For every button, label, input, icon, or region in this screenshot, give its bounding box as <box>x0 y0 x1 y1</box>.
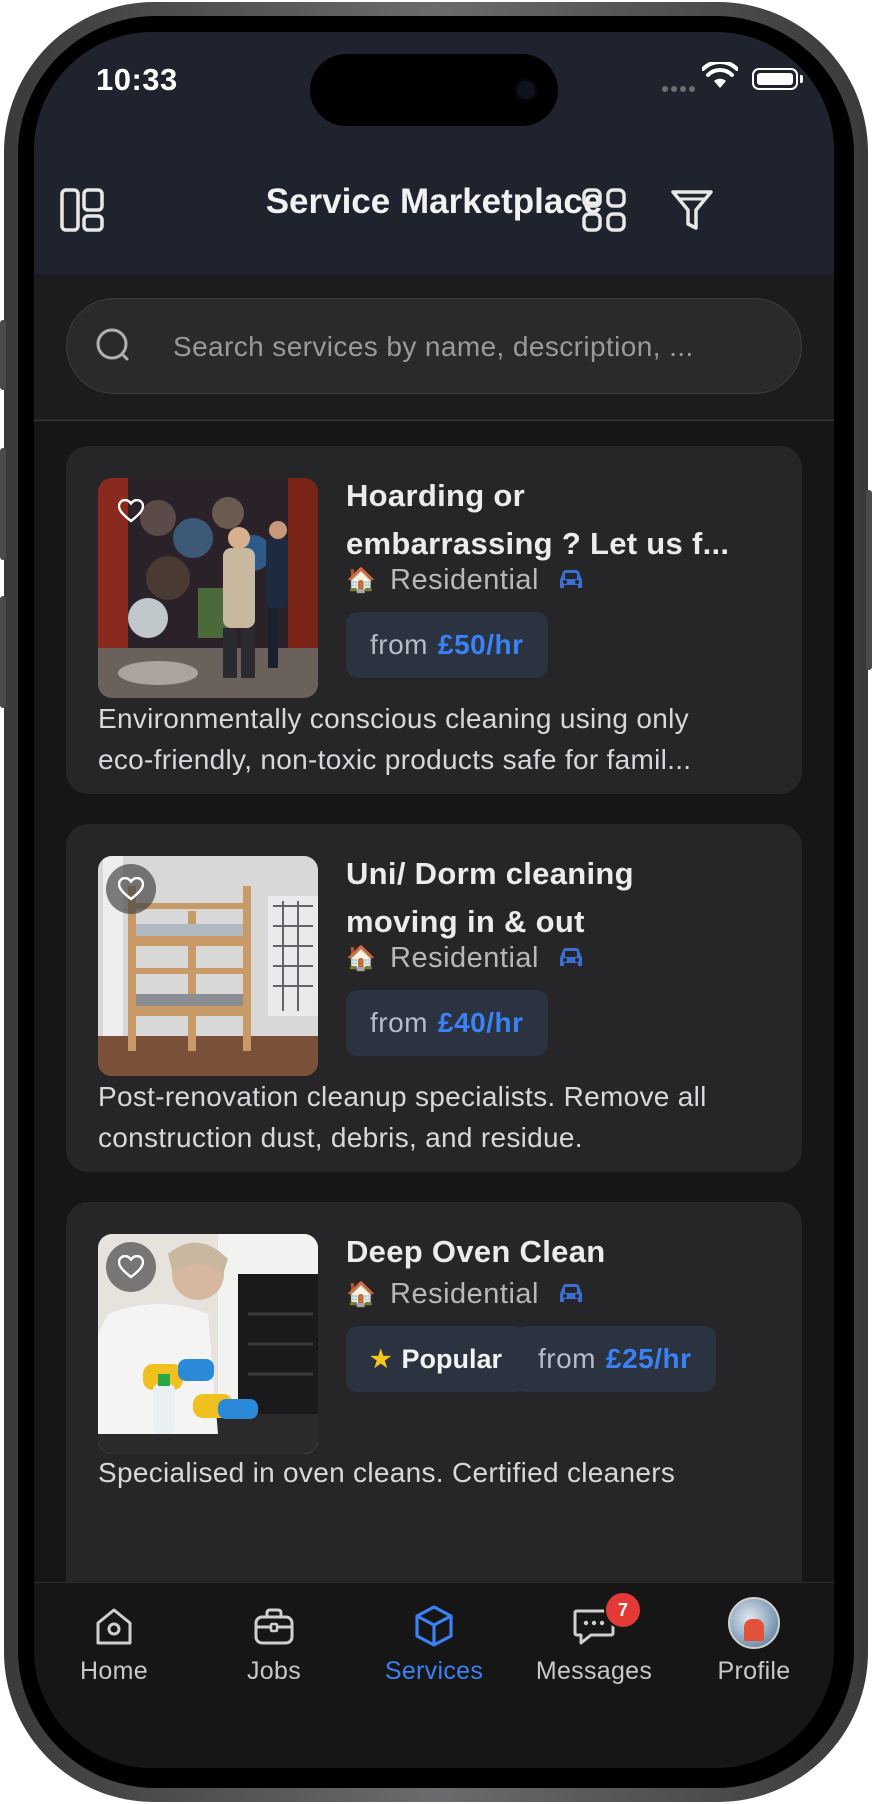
favorite-button[interactable] <box>106 1242 156 1292</box>
search-bar-container <box>34 274 834 421</box>
cellular-signal-icon <box>662 86 695 92</box>
car-icon <box>559 570 582 588</box>
service-category: 🏠 Residential <box>346 562 585 598</box>
power-button <box>866 490 872 670</box>
star-icon: ★ <box>370 1345 392 1373</box>
price-badge: from £25/hr <box>514 1326 716 1392</box>
price-badge: from £50/hr <box>346 612 548 678</box>
status-bar: 10:33 <box>34 32 834 142</box>
search-input[interactable] <box>171 299 775 395</box>
grid-view-icon[interactable] <box>580 186 628 234</box>
battery-icon <box>752 68 798 90</box>
service-image <box>98 1234 318 1454</box>
house-icon: 🏠 <box>346 1280 376 1308</box>
tab-profile[interactable]: Profile <box>674 1597 834 1686</box>
category-label: Residential <box>390 1277 539 1310</box>
status-time: 10:33 <box>96 62 178 97</box>
house-icon: 🏠 <box>346 566 376 594</box>
action-button <box>0 320 6 390</box>
wifi-icon <box>702 62 738 88</box>
tab-label: Profile <box>717 1657 791 1685</box>
service-title: Deep Oven Clean <box>346 1234 606 1269</box>
volume-up-button <box>0 448 6 560</box>
screen: 10:33 Service Marketplace Search service… <box>34 32 834 1768</box>
service-description: Post-renovation cleanup specialists. Rem… <box>98 1081 707 1153</box>
camera-icon <box>514 78 538 102</box>
category-label: Residential <box>390 563 539 596</box>
home-icon <box>96 1608 132 1645</box>
heart-icon <box>118 499 144 523</box>
tab-services[interactable]: Services <box>354 1597 514 1686</box>
service-card[interactable]: Deep Oven Clean 🏠 Residential ★ Popular … <box>66 1202 802 1582</box>
service-title: Hoarding or embarrassing ? Let us f... <box>346 478 730 561</box>
favorite-button[interactable] <box>106 486 156 536</box>
unread-badge: 7 <box>604 1591 642 1629</box>
search-field[interactable] <box>66 298 802 395</box>
car-icon <box>559 1284 582 1302</box>
services-list[interactable]: Hoarding or embarrassing ? Let us f... 🏠… <box>34 420 834 1582</box>
bottom-tab-bar: Home Jobs Services 7 Messages Profile <box>34 1582 834 1768</box>
heart-icon <box>118 1255 144 1279</box>
service-category: 🏠 Residential <box>346 940 585 976</box>
popular-badge: ★ Popular <box>346 1326 527 1392</box>
service-description: Environmentally conscious cleaning using… <box>98 703 692 775</box>
filter-icon[interactable] <box>668 186 716 234</box>
avatar <box>728 1597 780 1649</box>
cube-icon <box>415 1605 453 1647</box>
favorite-button[interactable] <box>106 864 156 914</box>
category-label: Residential <box>390 941 539 974</box>
car-icon <box>559 948 582 966</box>
service-description: Specialised in oven cleans. Certified cl… <box>98 1457 676 1488</box>
heart-icon <box>118 877 144 901</box>
briefcase-icon <box>254 1608 294 1645</box>
service-image <box>98 856 318 1076</box>
service-title: Uni/ Dorm cleaning moving in & out <box>346 856 634 939</box>
app-header: Service Marketplace <box>34 142 834 274</box>
tab-label: Home <box>80 1657 148 1685</box>
house-icon: 🏠 <box>346 944 376 972</box>
tab-jobs[interactable]: Jobs <box>194 1597 354 1686</box>
service-card[interactable]: Uni/ Dorm cleaning moving in & out 🏠 Res… <box>66 824 802 1172</box>
service-category: 🏠 Residential <box>346 1276 585 1312</box>
tab-label: Services <box>384 1657 484 1685</box>
service-image <box>98 478 318 698</box>
search-icon <box>96 328 129 361</box>
service-card[interactable]: Hoarding or embarrassing ? Let us f... 🏠… <box>66 446 802 794</box>
price-badge: from £40/hr <box>346 990 548 1056</box>
tab-label: Messages <box>535 1657 653 1685</box>
tab-home[interactable]: Home <box>34 1597 194 1686</box>
tab-messages[interactable]: 7 Messages <box>514 1591 674 1686</box>
tab-label: Jobs <box>246 1657 301 1685</box>
volume-down-button <box>0 596 6 708</box>
